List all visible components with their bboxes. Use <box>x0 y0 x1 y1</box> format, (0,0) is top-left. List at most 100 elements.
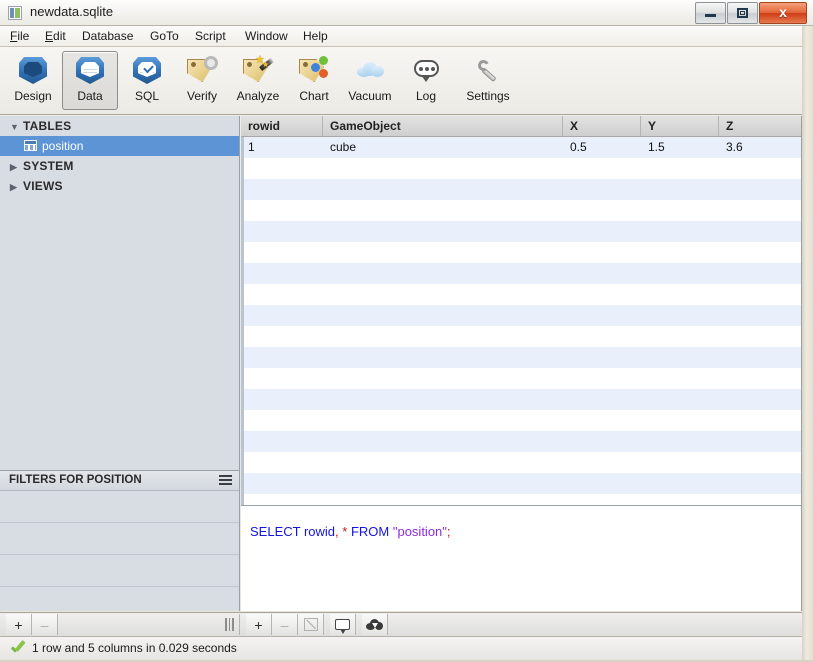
row-marker <box>241 158 244 179</box>
menu-edit[interactable]: Edit <box>43 29 68 43</box>
empty-row[interactable] <box>241 305 801 326</box>
data-grid: rowid GameObject X Y Z 1 cube 0.5 1.5 3.… <box>241 116 802 505</box>
empty-row[interactable] <box>241 200 801 221</box>
empty-row[interactable] <box>241 242 801 263</box>
row-marker <box>241 368 244 389</box>
empty-row[interactable] <box>241 431 801 452</box>
empty-row[interactable] <box>241 410 801 431</box>
sql-token-table: "position" <box>392 524 447 539</box>
toolbar-button-design[interactable]: Design <box>5 51 61 110</box>
wrench-icon <box>468 52 508 88</box>
sidebar-group-system[interactable]: ▶ SYSTEM <box>0 156 239 176</box>
sidebar-toolbar-spacer <box>58 614 240 635</box>
empty-row[interactable] <box>241 326 801 347</box>
empty-row[interactable] <box>241 389 801 410</box>
sql-editor-pane[interactable]: SELECT rowid, * FROM "position"; <box>241 505 802 611</box>
window-controls: x <box>695 2 807 24</box>
sidebar-group-tables[interactable]: ▼ TABLES <box>0 116 239 136</box>
sidebar-group-system-label: SYSTEM <box>23 159 74 173</box>
column-header-gameobject[interactable]: GameObject <box>323 116 563 136</box>
chevron-down-icon: ▼ <box>10 122 20 132</box>
close-button[interactable]: x <box>759 2 807 24</box>
toolbar-label-settings: Settings <box>466 89 510 103</box>
empty-row[interactable] <box>241 452 801 473</box>
sql-token-from: FROM <box>350 524 390 539</box>
column-header-y[interactable]: Y <box>641 116 719 136</box>
toolbar-button-chart[interactable]: Chart <box>286 51 342 110</box>
empty-row[interactable] <box>241 284 801 305</box>
add-row-button[interactable]: + <box>246 614 272 635</box>
filter-slot[interactable] <box>0 491 239 523</box>
cell-gameobject[interactable]: cube <box>323 137 563 158</box>
sidebar-item-position[interactable]: position <box>0 136 239 156</box>
hamburger-menu-icon[interactable] <box>219 475 232 486</box>
minimize-button[interactable] <box>695 2 726 24</box>
column-header-rowid[interactable]: rowid <box>241 116 323 136</box>
toolbar-button-log[interactable]: Log <box>398 51 454 110</box>
row-marker <box>241 179 244 200</box>
close-icon: x <box>779 4 787 20</box>
resize-grip-icon[interactable] <box>225 618 234 631</box>
menu-file[interactable]: File <box>8 29 31 43</box>
chevron-right-icon: ▶ <box>10 182 18 192</box>
empty-row[interactable] <box>241 221 801 242</box>
cell-z[interactable]: 3.6 <box>719 137 801 158</box>
success-check-icon <box>10 642 26 656</box>
cloud-download-button[interactable] <box>362 614 388 635</box>
window-frame-right <box>802 26 813 662</box>
toolbar-label-design: Design <box>14 89 52 103</box>
toolbar-button-vacuum[interactable]: Vacuum <box>342 51 398 110</box>
remove-row-button: – <box>272 614 298 635</box>
row-marker <box>241 284 244 305</box>
filter-slot[interactable] <box>0 523 239 555</box>
filter-slot[interactable] <box>0 555 239 587</box>
sidebar-group-views[interactable]: ▶ VIEWS <box>0 176 239 196</box>
menu-database[interactable]: Database <box>80 29 135 43</box>
menu-window[interactable]: Window <box>243 29 290 43</box>
row-marker <box>241 494 244 505</box>
tag-gear-icon <box>182 52 222 88</box>
maximize-button[interactable] <box>727 2 758 24</box>
database-design-icon <box>13 52 53 88</box>
column-header-z[interactable]: Z <box>719 116 801 136</box>
table-row[interactable]: 1 cube 0.5 1.5 3.6 <box>241 137 801 158</box>
chevron-right-icon: ▶ <box>10 162 18 172</box>
toolbar-button-verify[interactable]: Verify <box>174 51 230 110</box>
cell-y[interactable]: 1.5 <box>641 137 719 158</box>
title-bar: newdata.sqlite x <box>0 0 813 26</box>
empty-row[interactable] <box>241 263 801 284</box>
toolbar-button-analyze[interactable]: ★ ★ Analyze <box>230 51 286 110</box>
empty-row[interactable] <box>241 347 801 368</box>
row-marker <box>241 242 244 263</box>
toolbar-button-data[interactable]: Data <box>62 51 118 110</box>
tag-wand-icon: ★ ★ <box>238 52 278 88</box>
menu-goto[interactable]: GoTo <box>148 29 181 43</box>
cell-x[interactable]: 0.5 <box>563 137 641 158</box>
cell-rowid[interactable]: 1 <box>241 137 323 158</box>
database-data-icon <box>70 52 110 88</box>
empty-row[interactable] <box>241 179 801 200</box>
toolbar-label-sql: SQL <box>134 89 159 103</box>
database-check-icon <box>127 52 167 88</box>
filters-panel: FILTERS FOR POSITION <box>0 470 240 611</box>
filter-slot[interactable] <box>0 587 239 611</box>
edit-square-icon <box>303 618 318 631</box>
sidebar-group-views-label: VIEWS <box>23 179 63 193</box>
empty-row[interactable] <box>241 368 801 389</box>
toolbar-button-sql[interactable]: SQL <box>119 51 175 110</box>
row-marker <box>241 452 244 473</box>
sql-query-text[interactable]: SELECT rowid, * FROM "position"; <box>250 524 451 539</box>
row-marker <box>241 473 244 494</box>
sidebar-add-button[interactable]: + <box>6 614 32 635</box>
toolbar-button-settings[interactable]: Settings <box>454 51 522 110</box>
menu-help[interactable]: Help <box>301 29 330 43</box>
empty-row[interactable] <box>241 158 801 179</box>
menu-script[interactable]: Script <box>193 29 228 43</box>
comment-button[interactable] <box>330 614 356 635</box>
empty-row[interactable] <box>241 494 801 505</box>
column-header-x[interactable]: X <box>563 116 641 136</box>
cloud-download-icon <box>366 619 383 630</box>
empty-row[interactable] <box>241 473 801 494</box>
filters-title: FILTERS FOR POSITION <box>9 474 142 486</box>
row-marker <box>241 389 244 410</box>
